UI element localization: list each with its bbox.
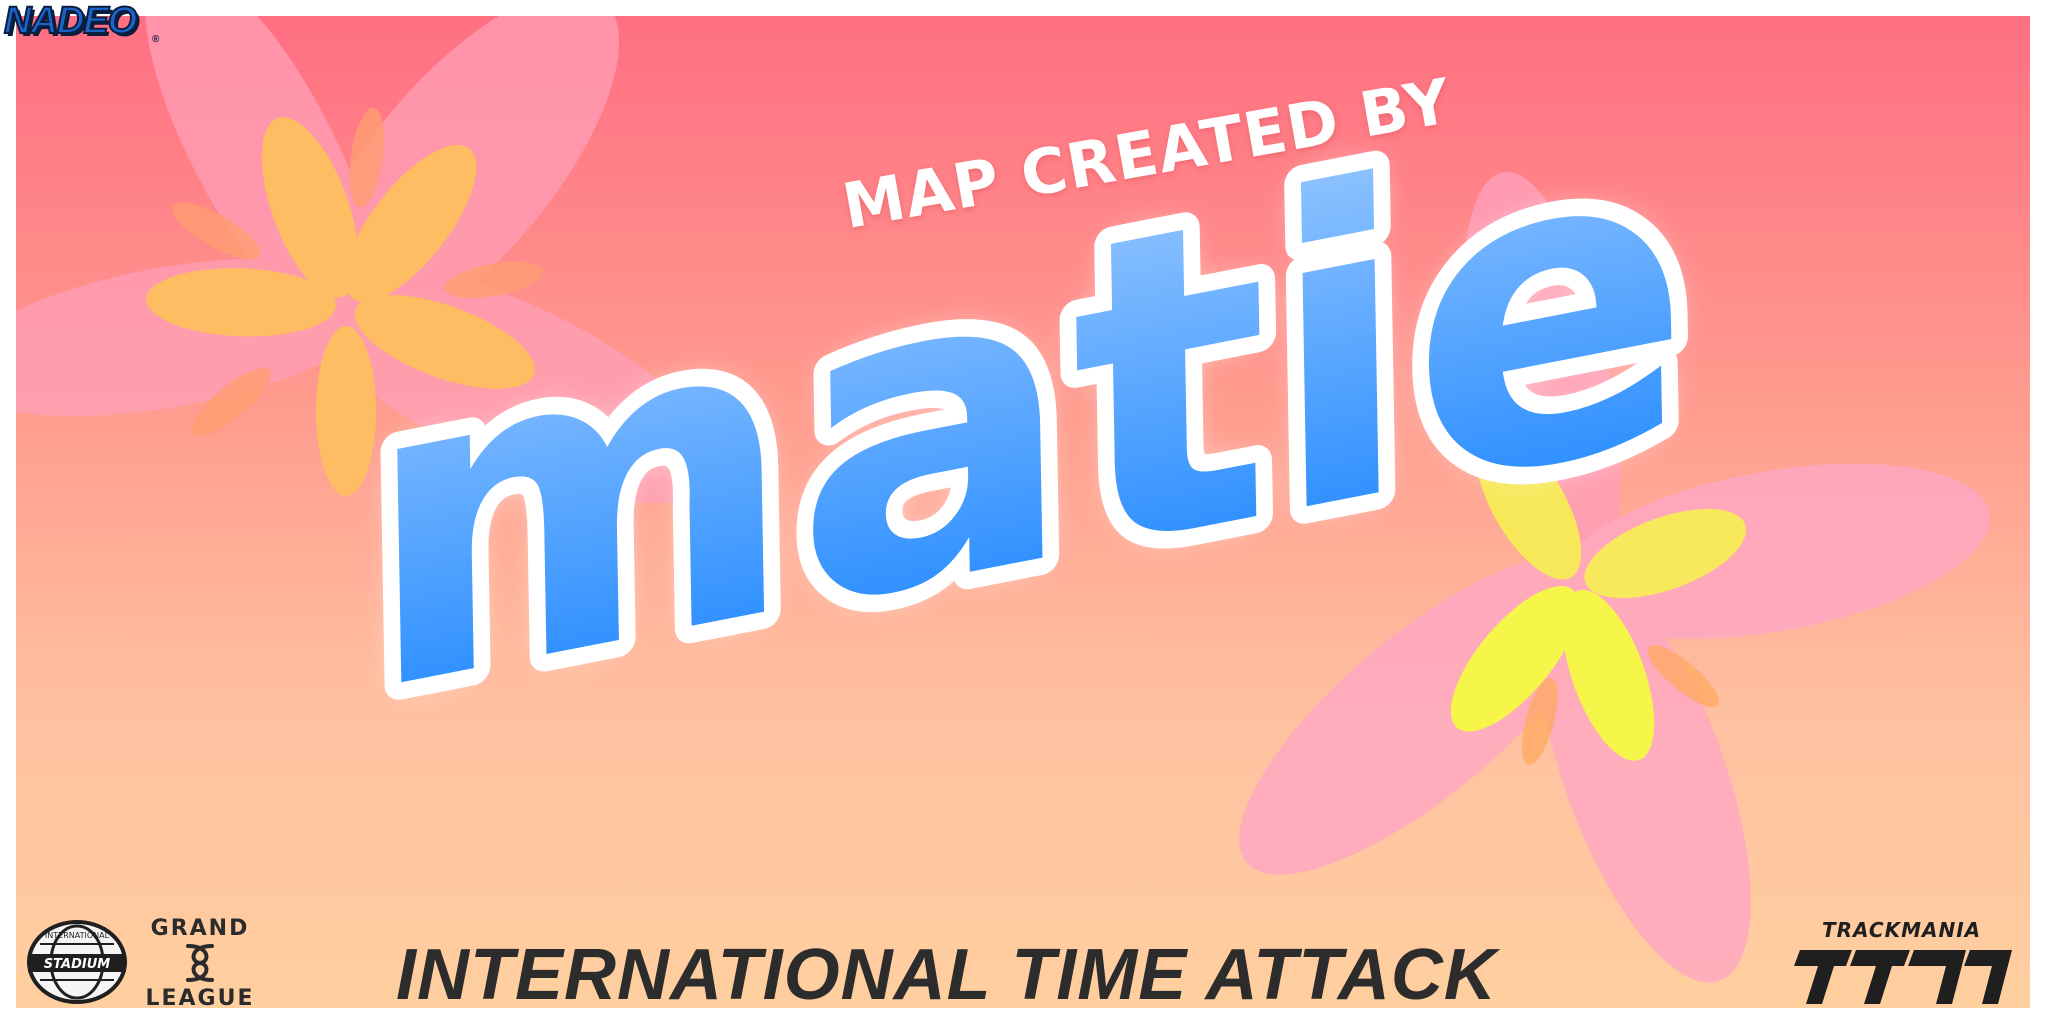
stadium-globe-icon: STADIUM INTERNATIONAL: [27, 920, 127, 1004]
grand-league-logo: GRAND LEAGUE: [140, 916, 260, 1012]
stadium-text: STADIUM: [44, 957, 110, 972]
banner-stage: INTERNATIONAL TIME ATTACK NADEO ® MAP CR…: [0, 0, 2048, 1024]
author-name-graphic: matie matie matie: [343, 18, 1712, 806]
author-name: matie: [360, 35, 1695, 789]
grand-text: GRAND: [150, 916, 250, 941]
grand-league-knot-icon: [186, 944, 214, 982]
international-stadium-logo: STADIUM INTERNATIONAL: [24, 918, 130, 1006]
tm-logo-icon: [1794, 950, 2012, 1004]
stadium-top-text: INTERNATIONAL: [45, 931, 110, 940]
trackmania-text: TRACKMANIA: [1822, 918, 1982, 942]
trackmania-logo: TRACKMANIA: [1794, 918, 2014, 1008]
league-text: LEAGUE: [145, 986, 255, 1011]
